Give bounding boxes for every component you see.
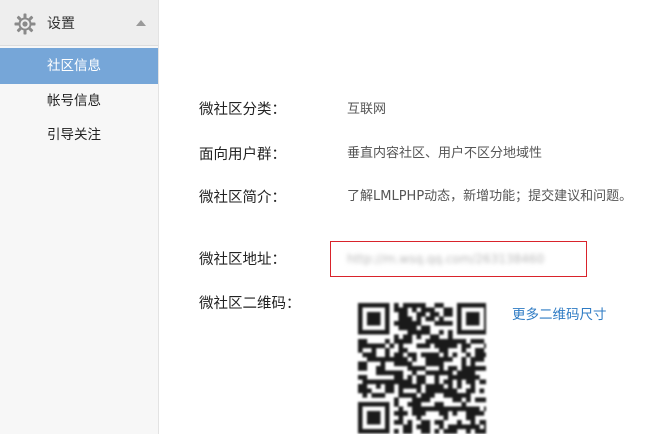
sidebar-item-label: 引导关注 [47, 127, 101, 143]
sidebar-header-settings[interactable]: 设置 [0, 0, 158, 46]
more-qr-sizes-link[interactable]: 更多二维码尺寸 [512, 305, 607, 325]
triangle-up-icon[interactable] [136, 20, 146, 26]
community-url-text: http://m.wsq.qq.com/263138460 [347, 252, 545, 266]
field-label-category: 微社区分类： [199, 102, 286, 118]
field-label-address: 微社区地址： [199, 252, 286, 268]
sidebar-header-title: 设置 [47, 16, 75, 32]
sidebar-item-guide-follow[interactable]: 引导关注 [0, 117, 158, 153]
sidebar: 设置 社区信息 帐号信息 引导关注 [0, 0, 159, 434]
sidebar-item-label: 帐号信息 [47, 93, 101, 109]
gear-icon [14, 13, 36, 35]
community-url-box[interactable]: http://m.wsq.qq.com/263138460 [330, 241, 587, 277]
qr-code-image [358, 303, 486, 434]
settings-page: 设置 社区信息 帐号信息 引导关注 微社区分类： 互联网 面向用户群： 垂直内容… [0, 0, 651, 434]
field-value-intro: 了解LMLPHP动态，新增功能；提交建议和问题。 [347, 189, 633, 204]
field-label-intro: 微社区简介： [199, 190, 286, 206]
sidebar-item-label: 社区信息 [47, 58, 101, 74]
sidebar-item-account-info[interactable]: 帐号信息 [0, 83, 158, 119]
sidebar-item-community-info[interactable]: 社区信息 [0, 48, 158, 84]
field-label-qrcode: 微社区二维码： [199, 296, 301, 312]
field-value-category: 互联网 [347, 102, 387, 117]
qr-code-graphic [358, 303, 486, 434]
field-label-audience: 面向用户群： [199, 147, 286, 163]
field-value-audience: 垂直内容社区、用户不区分地域性 [347, 146, 543, 161]
